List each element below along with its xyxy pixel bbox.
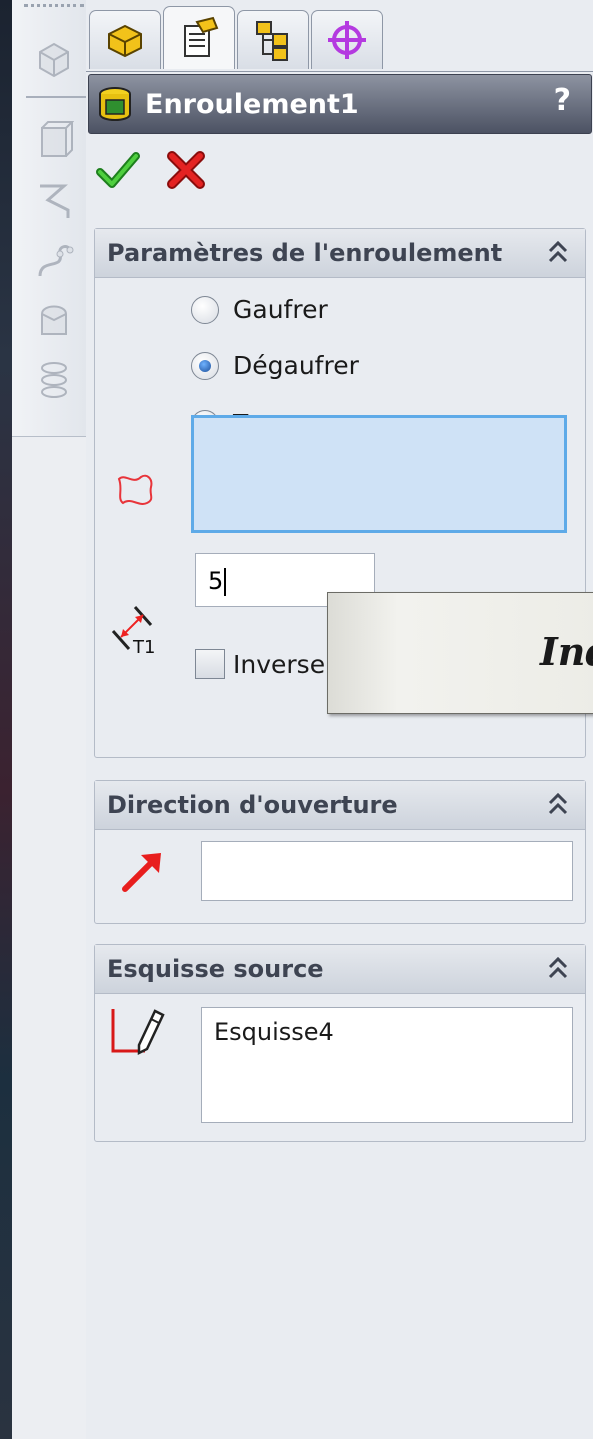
wrap-feature-icon [99, 87, 131, 121]
collapse-chevron-icon[interactable] [543, 789, 573, 819]
radio-button-selected[interactable] [191, 351, 219, 380]
collapse-chevron-icon[interactable] [543, 237, 573, 267]
text-caret [224, 568, 227, 596]
wrap-parameters-title: Paramètres de l'enroulement [107, 239, 503, 267]
features-toolbar [12, 0, 88, 437]
feature-title-bar: Enroulement1 ? [88, 74, 592, 134]
thickness-value: 5 [208, 567, 224, 595]
tooltip-popup: Ind [327, 592, 593, 714]
source-sketch-title: Esquisse source [107, 955, 324, 983]
source-sketch-group: Esquisse source Esquisse4 [94, 944, 586, 1142]
feature-manager-icon [108, 24, 142, 58]
direction-arrow-icon [122, 853, 161, 892]
sketch-icon [111, 1009, 165, 1056]
cylinder-feature-icon[interactable] [34, 120, 74, 160]
pull-direction-field[interactable] [201, 841, 573, 901]
configuration-manager-icon [256, 21, 288, 61]
tab-feature-manager[interactable] [89, 10, 161, 69]
tooltip-text: Ind [540, 629, 593, 674]
thickness-icon: T1 [111, 606, 155, 657]
cancel-button[interactable] [164, 148, 208, 192]
manager-tabs [86, 6, 593, 72]
radio-label-gaufrer: Gaufrer [233, 295, 328, 324]
radio-gaufrer[interactable]: Gaufrer [191, 295, 328, 324]
source-sketch-list[interactable]: Esquisse4 [201, 1007, 573, 1123]
pull-direction-header[interactable]: Direction d'ouverture [95, 781, 585, 830]
dimxpert-icon [328, 21, 366, 59]
toolbar-divider [26, 96, 88, 98]
wrap-parameters-header[interactable]: Paramètres de l'enroulement [95, 229, 585, 278]
face-selection-icon [117, 474, 153, 505]
helix-icon[interactable] [34, 360, 74, 400]
collapse-chevron-icon[interactable] [543, 953, 573, 983]
radio-label-degaufrer: Dégaufrer [233, 351, 359, 380]
extrude-surface-icon[interactable] [34, 38, 74, 78]
pull-direction-group: Direction d'ouverture [94, 780, 586, 924]
split-line-icon[interactable] [34, 180, 74, 220]
dome-icon[interactable] [34, 300, 74, 340]
checkbox[interactable] [195, 649, 225, 679]
face-selection-box[interactable] [191, 415, 567, 533]
tabs-baseline [86, 71, 593, 72]
curve-through-points-icon[interactable] [34, 240, 74, 280]
pull-direction-title: Direction d'ouverture [107, 791, 398, 819]
radio-button[interactable] [191, 295, 219, 324]
toolbar-empty-area [12, 437, 87, 1439]
radio-degaufrer[interactable]: Dégaufrer [191, 351, 359, 380]
tab-configuration-manager[interactable] [237, 10, 309, 69]
list-item[interactable]: Esquisse4 [202, 1008, 572, 1056]
tab-dimxpert-manager[interactable] [311, 10, 383, 69]
property-manager-panel: Enroulement1 ? Paramètres de l'enrouleme… [86, 0, 593, 1439]
toolbar-grip[interactable] [24, 4, 84, 7]
feature-title: Enroulement1 [145, 88, 359, 120]
ok-button[interactable] [96, 148, 140, 192]
property-manager-icon [184, 16, 219, 57]
help-button[interactable]: ? [554, 83, 571, 118]
background-window-edge [0, 0, 12, 1439]
svg-text:T1: T1 [132, 637, 155, 657]
source-sketch-header[interactable]: Esquisse source [95, 945, 585, 994]
tab-property-manager[interactable] [163, 6, 235, 69]
